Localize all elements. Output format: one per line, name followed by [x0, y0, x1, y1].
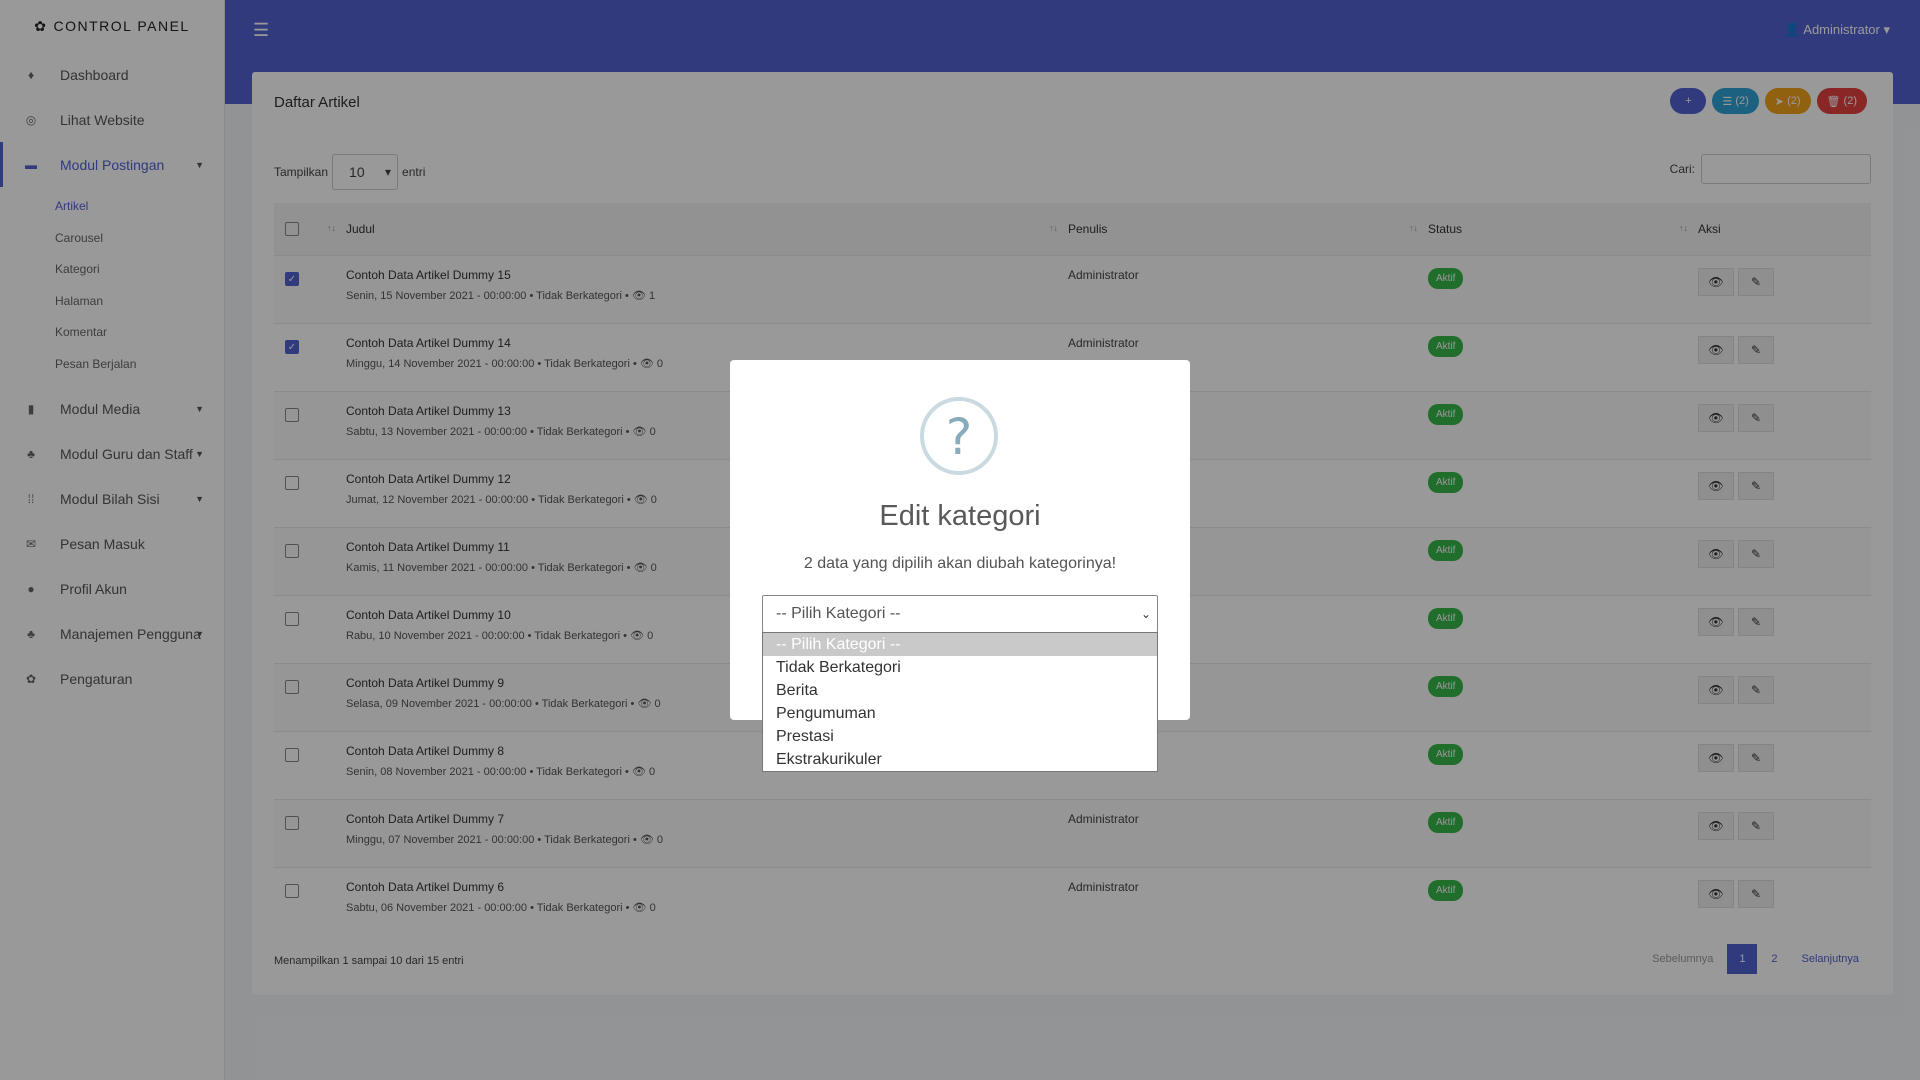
chevron-down-icon: ⌄	[1140, 607, 1151, 621]
category-option[interactable]: -- Pilih Kategori --	[763, 633, 1157, 656]
category-dropdown: -- Pilih Kategori -- Tidak Berkategori B…	[762, 632, 1158, 772]
category-option[interactable]: Tidak Berkategori	[763, 656, 1157, 679]
category-option[interactable]: Ekstrakurikuler	[763, 748, 1157, 771]
modal-text: 2 data yang dipilih akan diubah kategori…	[803, 555, 1117, 572]
category-option[interactable]: Pengumuman	[763, 702, 1157, 725]
category-option[interactable]: Berita	[763, 679, 1157, 702]
question-icon: ?	[920, 397, 998, 475]
modal-title: Edit kategori	[879, 500, 1041, 532]
category-select[interactable]: -- Pilih Kategori -- ⌄	[762, 595, 1158, 633]
category-option[interactable]: Prestasi	[763, 725, 1157, 748]
